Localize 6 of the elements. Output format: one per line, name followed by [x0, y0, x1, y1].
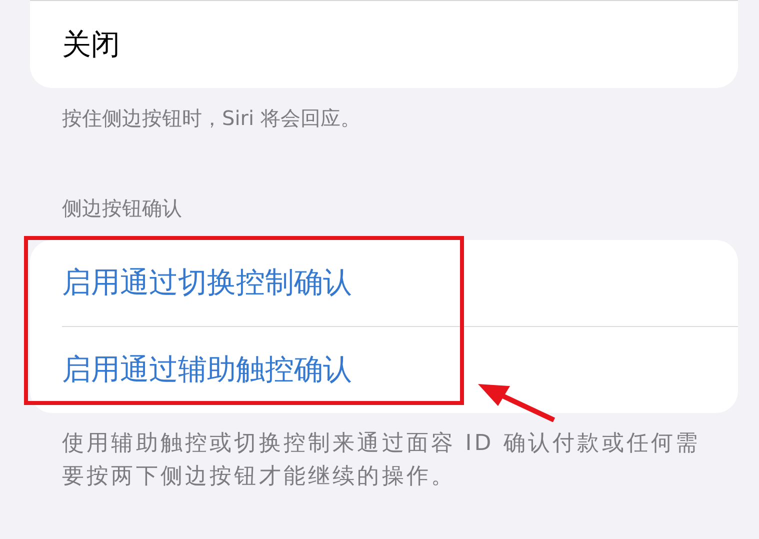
section-header: 侧边按钮确认 [61, 195, 183, 222]
option-link[interactable]: 启用通过辅助触控确认 [62, 350, 352, 390]
section-footer: 使用辅助触控或切换控制来通过面容 ID 确认付款或任何需要按两下侧边按钮才能继续的操作。 [62, 427, 738, 493]
option-label[interactable]: 关闭 [62, 24, 120, 64]
option-link[interactable]: 启用通过切换控制确认 [62, 263, 352, 303]
section-footer: 按住侧边按钮时，Siri 将会回应。 [62, 102, 738, 135]
